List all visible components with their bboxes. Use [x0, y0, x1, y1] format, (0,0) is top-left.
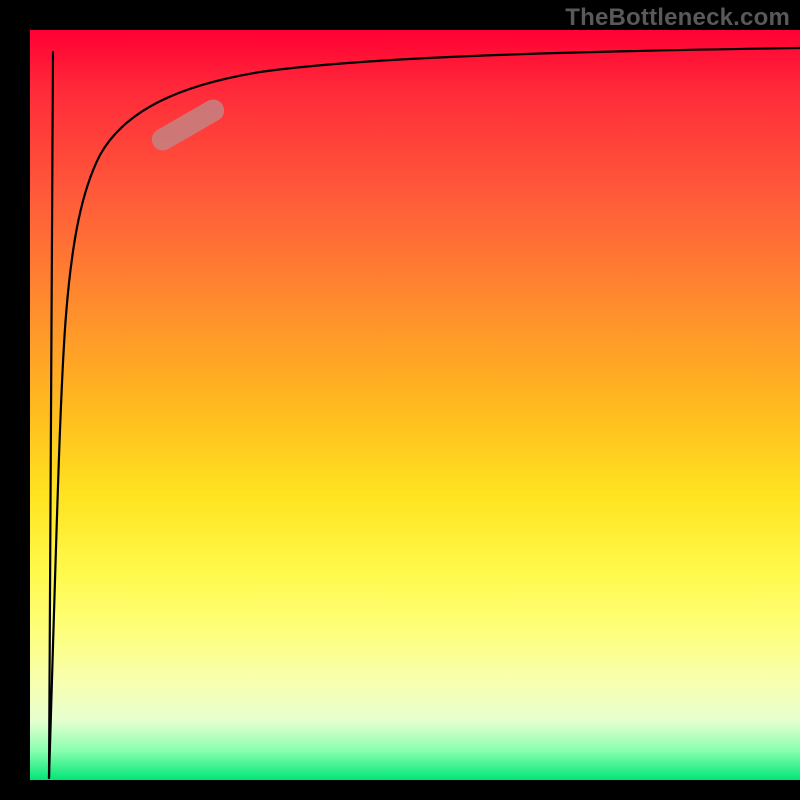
curve-main — [49, 48, 800, 778]
plot-area — [30, 30, 800, 780]
chart-frame: TheBottleneck.com — [0, 0, 800, 800]
watermark-text: TheBottleneck.com — [565, 4, 790, 32]
curve-svg — [30, 30, 800, 780]
